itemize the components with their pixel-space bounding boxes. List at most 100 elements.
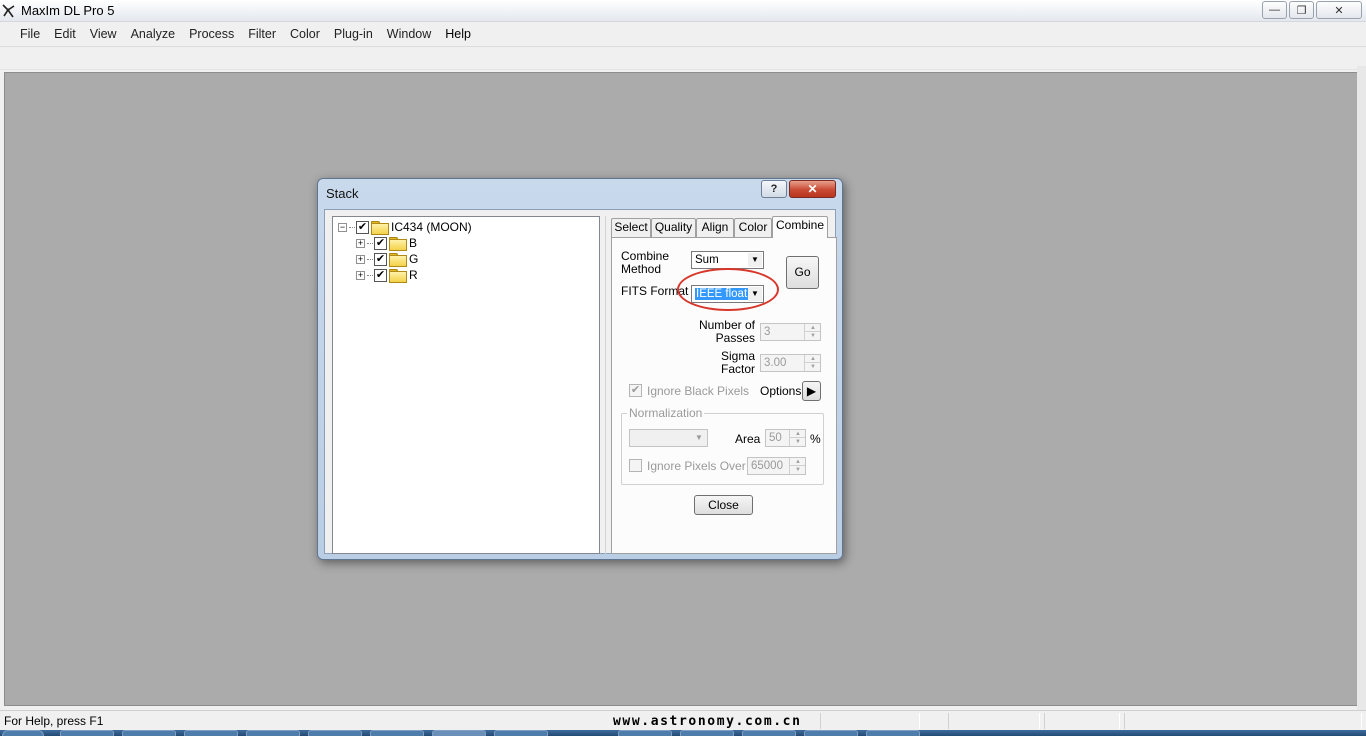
folder-icon (389, 269, 407, 283)
tab-align[interactable]: Align (696, 218, 734, 237)
menu-help[interactable]: Help (438, 23, 478, 45)
normalization-select[interactable]: ▼ (629, 429, 708, 447)
tree-item-label: B (409, 236, 418, 250)
menu-process[interactable]: Process (182, 23, 241, 45)
menu-edit[interactable]: Edit (47, 23, 83, 45)
folder-icon (389, 237, 407, 251)
ignore-pixels-over-checkbox[interactable] (629, 459, 642, 472)
taskbar-button[interactable] (184, 730, 238, 736)
area-unit: % (810, 432, 821, 446)
tree-checkbox-root[interactable]: ✔ (356, 220, 369, 234)
sigma-value: 3.00 (764, 357, 787, 369)
tree-checkbox-r[interactable]: ✔ (374, 268, 387, 282)
dropdown-arrow-icon: ▼ (692, 431, 706, 445)
tree-item-root[interactable]: − ✔ IC434 (MOON) (338, 219, 472, 235)
tab-quality[interactable]: Quality (651, 218, 696, 237)
expand-icon[interactable]: + (356, 238, 365, 248)
options-label: Options (760, 384, 802, 398)
spinner-arrows-icon[interactable]: ▲ ▼ (804, 324, 820, 340)
combine-method-select[interactable]: Sum ▼ (691, 251, 764, 269)
taskbar-button[interactable] (680, 730, 734, 736)
menu-file[interactable]: File (13, 23, 47, 45)
tree-checkbox-g[interactable]: ✔ (374, 252, 387, 266)
taskbar-button[interactable] (494, 730, 548, 736)
workspace-scrollbar[interactable] (1357, 66, 1366, 710)
play-arrow-icon: ▶ (806, 384, 817, 398)
ignore-black-pixels-checkbox[interactable]: ✔ (629, 384, 642, 397)
spinner-arrows-icon[interactable]: ▲ ▼ (789, 430, 805, 446)
menu-view[interactable]: View (83, 23, 124, 45)
taskbar-button[interactable] (866, 730, 920, 736)
menu-filter[interactable]: Filter (241, 23, 283, 45)
dialog-help-button[interactable]: ? (761, 180, 787, 198)
taskbar-button[interactable] (804, 730, 858, 736)
folder-icon (371, 221, 389, 235)
tree-item-g[interactable]: + ✔ G (356, 251, 418, 267)
combine-method-label-2: Method (621, 262, 662, 276)
passes-value: 3 (764, 326, 771, 338)
spinner-arrows-icon[interactable]: ▲ ▼ (789, 458, 805, 474)
menu-window[interactable]: Window (380, 23, 438, 45)
taskbar-button[interactable] (60, 730, 114, 736)
area-input[interactable]: 50 ▲ ▼ (765, 429, 806, 447)
dialog-close-button[interactable]: ✕ (789, 180, 836, 198)
spinner-arrows-icon[interactable]: ▲ ▼ (804, 355, 820, 371)
number-of-passes-input[interactable]: 3 ▲ ▼ (760, 323, 821, 341)
sigma-factor-input[interactable]: 3.00 ▲ ▼ (760, 354, 821, 372)
tab-color[interactable]: Color (734, 218, 772, 237)
menu-plugin[interactable]: Plug-in (327, 23, 380, 45)
tree-item-label: G (409, 252, 419, 266)
ignore-over-value: 65000 (751, 460, 783, 472)
file-group-tree[interactable]: − ✔ IC434 (MOON) + ✔ B + ✔ G + ✔ R (332, 216, 600, 554)
ignore-pixels-over-input[interactable]: 65000 ▲ ▼ (747, 457, 806, 475)
taskbar-button[interactable] (370, 730, 424, 736)
tab-combine[interactable]: Combine (772, 216, 828, 238)
taskbar-button[interactable] (618, 730, 672, 736)
title-bar: MaxIm DL Pro 5 — ❐ ✕ (0, 0, 1366, 22)
menu-color[interactable]: Color (283, 23, 327, 45)
tree-checkbox-b[interactable]: ✔ (374, 236, 387, 250)
dialog-title: Stack (326, 186, 359, 201)
status-text: For Help, press F1 (4, 714, 104, 728)
start-button[interactable] (2, 730, 44, 736)
highlight-circle (677, 268, 779, 311)
watermark-text: www.astronomy.com.cn (613, 714, 802, 729)
options-arrow-button[interactable]: ▶ (802, 381, 821, 401)
taskbar-button[interactable] (122, 730, 176, 736)
tree-connector (367, 242, 373, 244)
taskbar-button[interactable] (742, 730, 796, 736)
tree-connector (367, 274, 373, 276)
taskbar-button[interactable] (308, 730, 362, 736)
go-button[interactable]: Go (786, 256, 819, 289)
area-label: Area (735, 432, 761, 446)
collapse-icon[interactable]: − (338, 222, 347, 232)
tree-connector (349, 226, 355, 228)
restore-button[interactable]: ❐ (1289, 1, 1314, 19)
tab-select[interactable]: Select (611, 218, 651, 237)
tree-item-label: IC434 (MOON) (391, 220, 472, 234)
taskbar (0, 730, 1366, 736)
toolbar (0, 46, 1366, 70)
tree-connector (367, 258, 373, 260)
tree-item-r[interactable]: + ✔ R (356, 267, 418, 283)
tree-item-b[interactable]: + ✔ B (356, 235, 417, 251)
status-pane (820, 713, 920, 729)
tree-item-label: R (409, 268, 418, 282)
sigma-label-2: Factor (720, 362, 755, 376)
menu-bar: File Edit View Analyze Process Filter Co… (0, 23, 1366, 45)
menu-analyze[interactable]: Analyze (124, 23, 182, 45)
dialog-client: − ✔ IC434 (MOON) + ✔ B + ✔ G + ✔ R Selec… (324, 209, 837, 554)
status-pane (1124, 713, 1362, 729)
minimize-button[interactable]: — (1262, 1, 1287, 19)
expand-icon[interactable]: + (356, 270, 365, 280)
close-window-button[interactable]: ✕ (1316, 1, 1362, 19)
pane-splitter[interactable] (605, 216, 609, 554)
maxim-app-icon (2, 4, 15, 18)
folder-icon (389, 253, 407, 267)
expand-icon[interactable]: + (356, 254, 365, 264)
close-button[interactable]: Close (694, 495, 753, 515)
status-pane (948, 713, 1040, 729)
taskbar-button-active[interactable] (432, 730, 486, 736)
taskbar-button[interactable] (246, 730, 300, 736)
passes-label-2: Passes (715, 331, 755, 345)
